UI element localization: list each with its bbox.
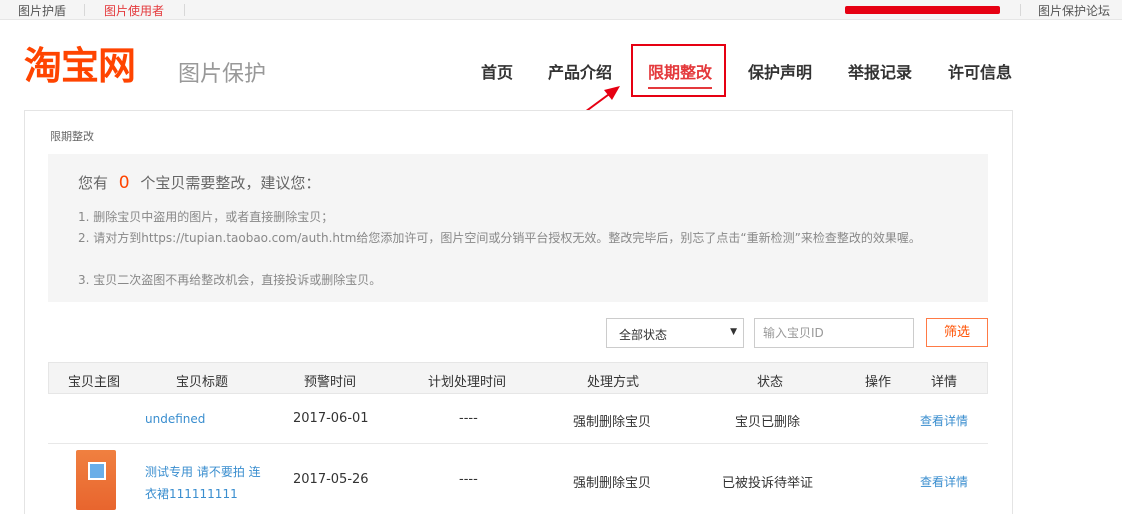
row2-plan-time: ---- [459,472,478,487]
th-operation: 操作 [865,375,892,390]
logo-subtitle: 图片保护 [178,62,267,87]
th-method: 处理方式 [587,375,640,390]
status-select-value: 全部状态 [619,328,668,342]
breadcrumb: 限期整改 [50,130,94,143]
redacted-username [845,6,1000,14]
row2-title-link-line1[interactable]: 测试专用 请不要拍 连 [145,463,261,480]
th-plan-time: 计划处理时间 [428,375,507,390]
nav-report-records[interactable]: 举报记录 [848,59,912,83]
notice-count: 0 [118,173,130,193]
row1-method: 强制删除宝贝 [573,415,652,430]
filter-button[interactable]: 筛选 [926,318,988,347]
row1-title-link[interactable]: undefined [145,412,205,426]
annotation-highlight-box [631,44,726,97]
notice-line-2: 2. 请对方到https://tupian.taobao.com/auth.ht… [78,231,921,245]
th-main-image: 宝贝主图 [68,375,121,390]
status-select[interactable]: 全部状态 ▼ [606,318,744,348]
row1-plan-time: ---- [459,411,478,426]
notice-line-1: 1. 删除宝贝中盗用的图片，或者直接删除宝贝； [78,210,334,224]
notice-line-3: 3. 宝贝二次盗图不再给整改机会，直接投诉或删除宝贝。 [78,273,382,287]
row2-method: 强制删除宝贝 [573,476,652,491]
row2-title-link-line2[interactable]: 衣裙111111111 [145,485,238,502]
topbar-divider [184,4,185,16]
nav-home[interactable]: 首页 [481,59,513,83]
row2-detail-link[interactable]: 查看详情 [920,473,968,490]
row1-status: 宝贝已删除 [735,415,801,430]
caret-down-icon: ▼ [730,327,737,337]
taobao-logo[interactable]: 淘宝网 [24,44,136,88]
nav-license-info[interactable]: 许可信息 [948,59,1012,83]
row2-item-thumbnail[interactable] [76,450,116,510]
row2-status: 已被投诉待举证 [722,476,814,491]
th-status: 状态 [757,375,784,390]
row2-warn-time: 2017-05-26 [293,472,369,487]
th-title: 宝贝标题 [176,375,229,390]
topbar-link-image-shield[interactable]: 图片护盾 [18,2,66,19]
th-detail: 详情 [931,375,958,390]
topbar-divider [1020,4,1021,16]
th-warn-time: 预警时间 [304,375,357,390]
notice-prefix: 您有 [78,174,109,192]
topbar-divider [84,4,85,16]
item-id-input[interactable] [754,318,914,348]
top-bar: 图片护盾 图片使用者 图片保护论坛 [0,0,1122,20]
notice-title: 您有 0 个宝贝需要整改，建议您： [78,172,320,193]
row1-warn-time: 2017-06-01 [293,411,369,426]
notice-suffix: 个宝贝需要整改，建议您： [140,174,321,192]
row-divider [48,443,988,444]
nav-protection-statement[interactable]: 保护声明 [748,59,812,83]
topbar-link-image-user[interactable]: 图片使用者 [104,2,164,19]
topbar-link-forum[interactable]: 图片保护论坛 [1038,2,1110,19]
row1-detail-link[interactable]: 查看详情 [920,412,968,429]
